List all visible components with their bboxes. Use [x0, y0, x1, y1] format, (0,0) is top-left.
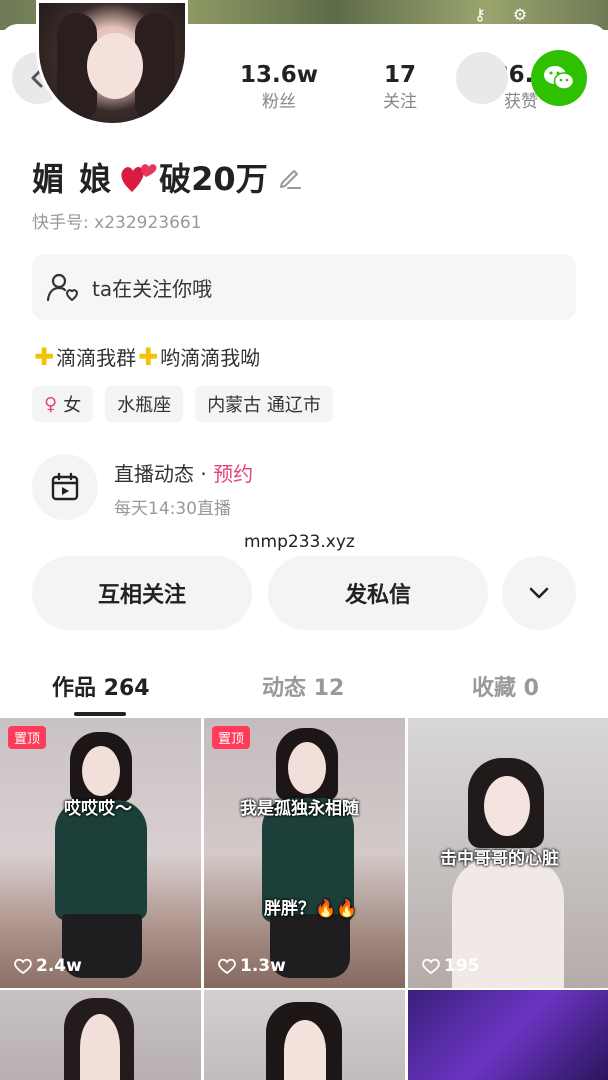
- edit-icon[interactable]: [276, 163, 304, 191]
- kuaishou-id[interactable]: 快手号: x232923661: [32, 208, 202, 233]
- work-caption: 我是孤独永相随: [240, 799, 359, 819]
- wechat-share-button[interactable]: [531, 50, 587, 106]
- work-caption-secondary: 胖胖？🔥🔥: [264, 899, 358, 919]
- work-card[interactable]: [204, 990, 405, 1080]
- tag-gender: ♀ 女: [32, 386, 94, 422]
- work-card[interactable]: 置顶 哎哎哎～ 2.4w: [0, 718, 201, 988]
- heart-outline-icon: [422, 958, 440, 974]
- mutual-follow-button[interactable]: 互相关注: [32, 556, 252, 630]
- watermark: mmp233.xyz: [244, 532, 355, 552]
- plus-icon: ✚: [138, 342, 159, 371]
- stat-following-label: 关注: [383, 92, 417, 112]
- stat-following-value: 17: [383, 62, 416, 88]
- calendar-play-icon: [51, 472, 79, 501]
- tag-zodiac: 水瓶座: [105, 386, 184, 422]
- two-hearts-icon: [121, 164, 157, 192]
- work-likes: 2.4w: [14, 956, 82, 976]
- profile-name: 媚 娘: [32, 160, 114, 198]
- expand-button[interactable]: [502, 556, 576, 630]
- plus-icon: ✚: [34, 342, 55, 371]
- tag-location[interactable]: 内蒙古 通辽市: [195, 386, 333, 422]
- follow-notice: ta在关注你哦: [32, 254, 576, 320]
- live-calendar: [32, 454, 98, 520]
- work-likes: 1.3w: [218, 956, 286, 976]
- profile-name-suffix: 破20万: [159, 160, 268, 198]
- pinned-badge: 置顶: [8, 726, 47, 749]
- work-card[interactable]: [0, 990, 201, 1080]
- bio-part2: 哟滴滴我呦: [160, 346, 261, 370]
- tab-moments[interactable]: 动态 12: [262, 670, 344, 702]
- key-icon: ⚷: [474, 5, 486, 24]
- pinned-badge: 置顶: [212, 726, 251, 749]
- chevron-down-icon: [529, 587, 549, 599]
- works-grid: 置顶 哎哎哎～ 2.4w 置顶 我是孤独永相随 胖胖？🔥🔥 1.3w 击中哥哥的…: [0, 718, 608, 1080]
- user-heart-icon: [46, 273, 78, 302]
- wechat-icon: [544, 66, 575, 90]
- stat-fans[interactable]: 13.6w 粉丝: [229, 60, 329, 114]
- profile-name-row: 媚 娘 破20万: [32, 154, 304, 200]
- female-icon: ♀: [44, 393, 58, 415]
- content-tabs: 作品 264 动态 12 收藏 0: [0, 662, 608, 716]
- book-link[interactable]: 预约: [213, 462, 253, 486]
- live-schedule-text: 每天14:30直播: [114, 499, 231, 519]
- tab-works[interactable]: 作品 264: [52, 670, 150, 702]
- work-caption: 哎哎哎～: [64, 799, 132, 819]
- settings-icon: ⚙: [512, 5, 528, 24]
- work-card[interactable]: [408, 990, 608, 1080]
- heart-outline-icon: [218, 958, 236, 974]
- tab-favorites[interactable]: 收藏 0: [472, 670, 539, 702]
- work-likes: 195: [422, 956, 480, 976]
- bio: ✚ 滴滴我群 ✚ 哟滴滴我呦: [32, 342, 260, 371]
- bio-part1: 滴滴我群: [56, 346, 137, 370]
- stat-fans-label: 粉丝: [262, 92, 296, 112]
- follow-notice-text: ta在关注你哦: [92, 276, 213, 301]
- stat-fans-value: 13.6w: [240, 62, 318, 88]
- work-card[interactable]: 置顶 我是孤独永相随 胖胖？🔥🔥 1.3w: [204, 718, 405, 988]
- avatar[interactable]: [36, 0, 188, 126]
- tab-indicator: [74, 712, 126, 716]
- message-button[interactable]: 发私信: [268, 556, 488, 630]
- stat-following[interactable]: 17 关注: [350, 60, 450, 114]
- work-caption: 击中哥哥的心脏: [440, 849, 559, 869]
- live-title: 直播动态 · 预约: [114, 462, 254, 486]
- work-card[interactable]: 击中哥哥的心脏 195: [408, 718, 608, 988]
- more-button[interactable]: [456, 52, 508, 104]
- profile-tags: ♀ 女 水瓶座 内蒙古 通辽市: [32, 386, 333, 422]
- heart-outline-icon: [14, 958, 32, 974]
